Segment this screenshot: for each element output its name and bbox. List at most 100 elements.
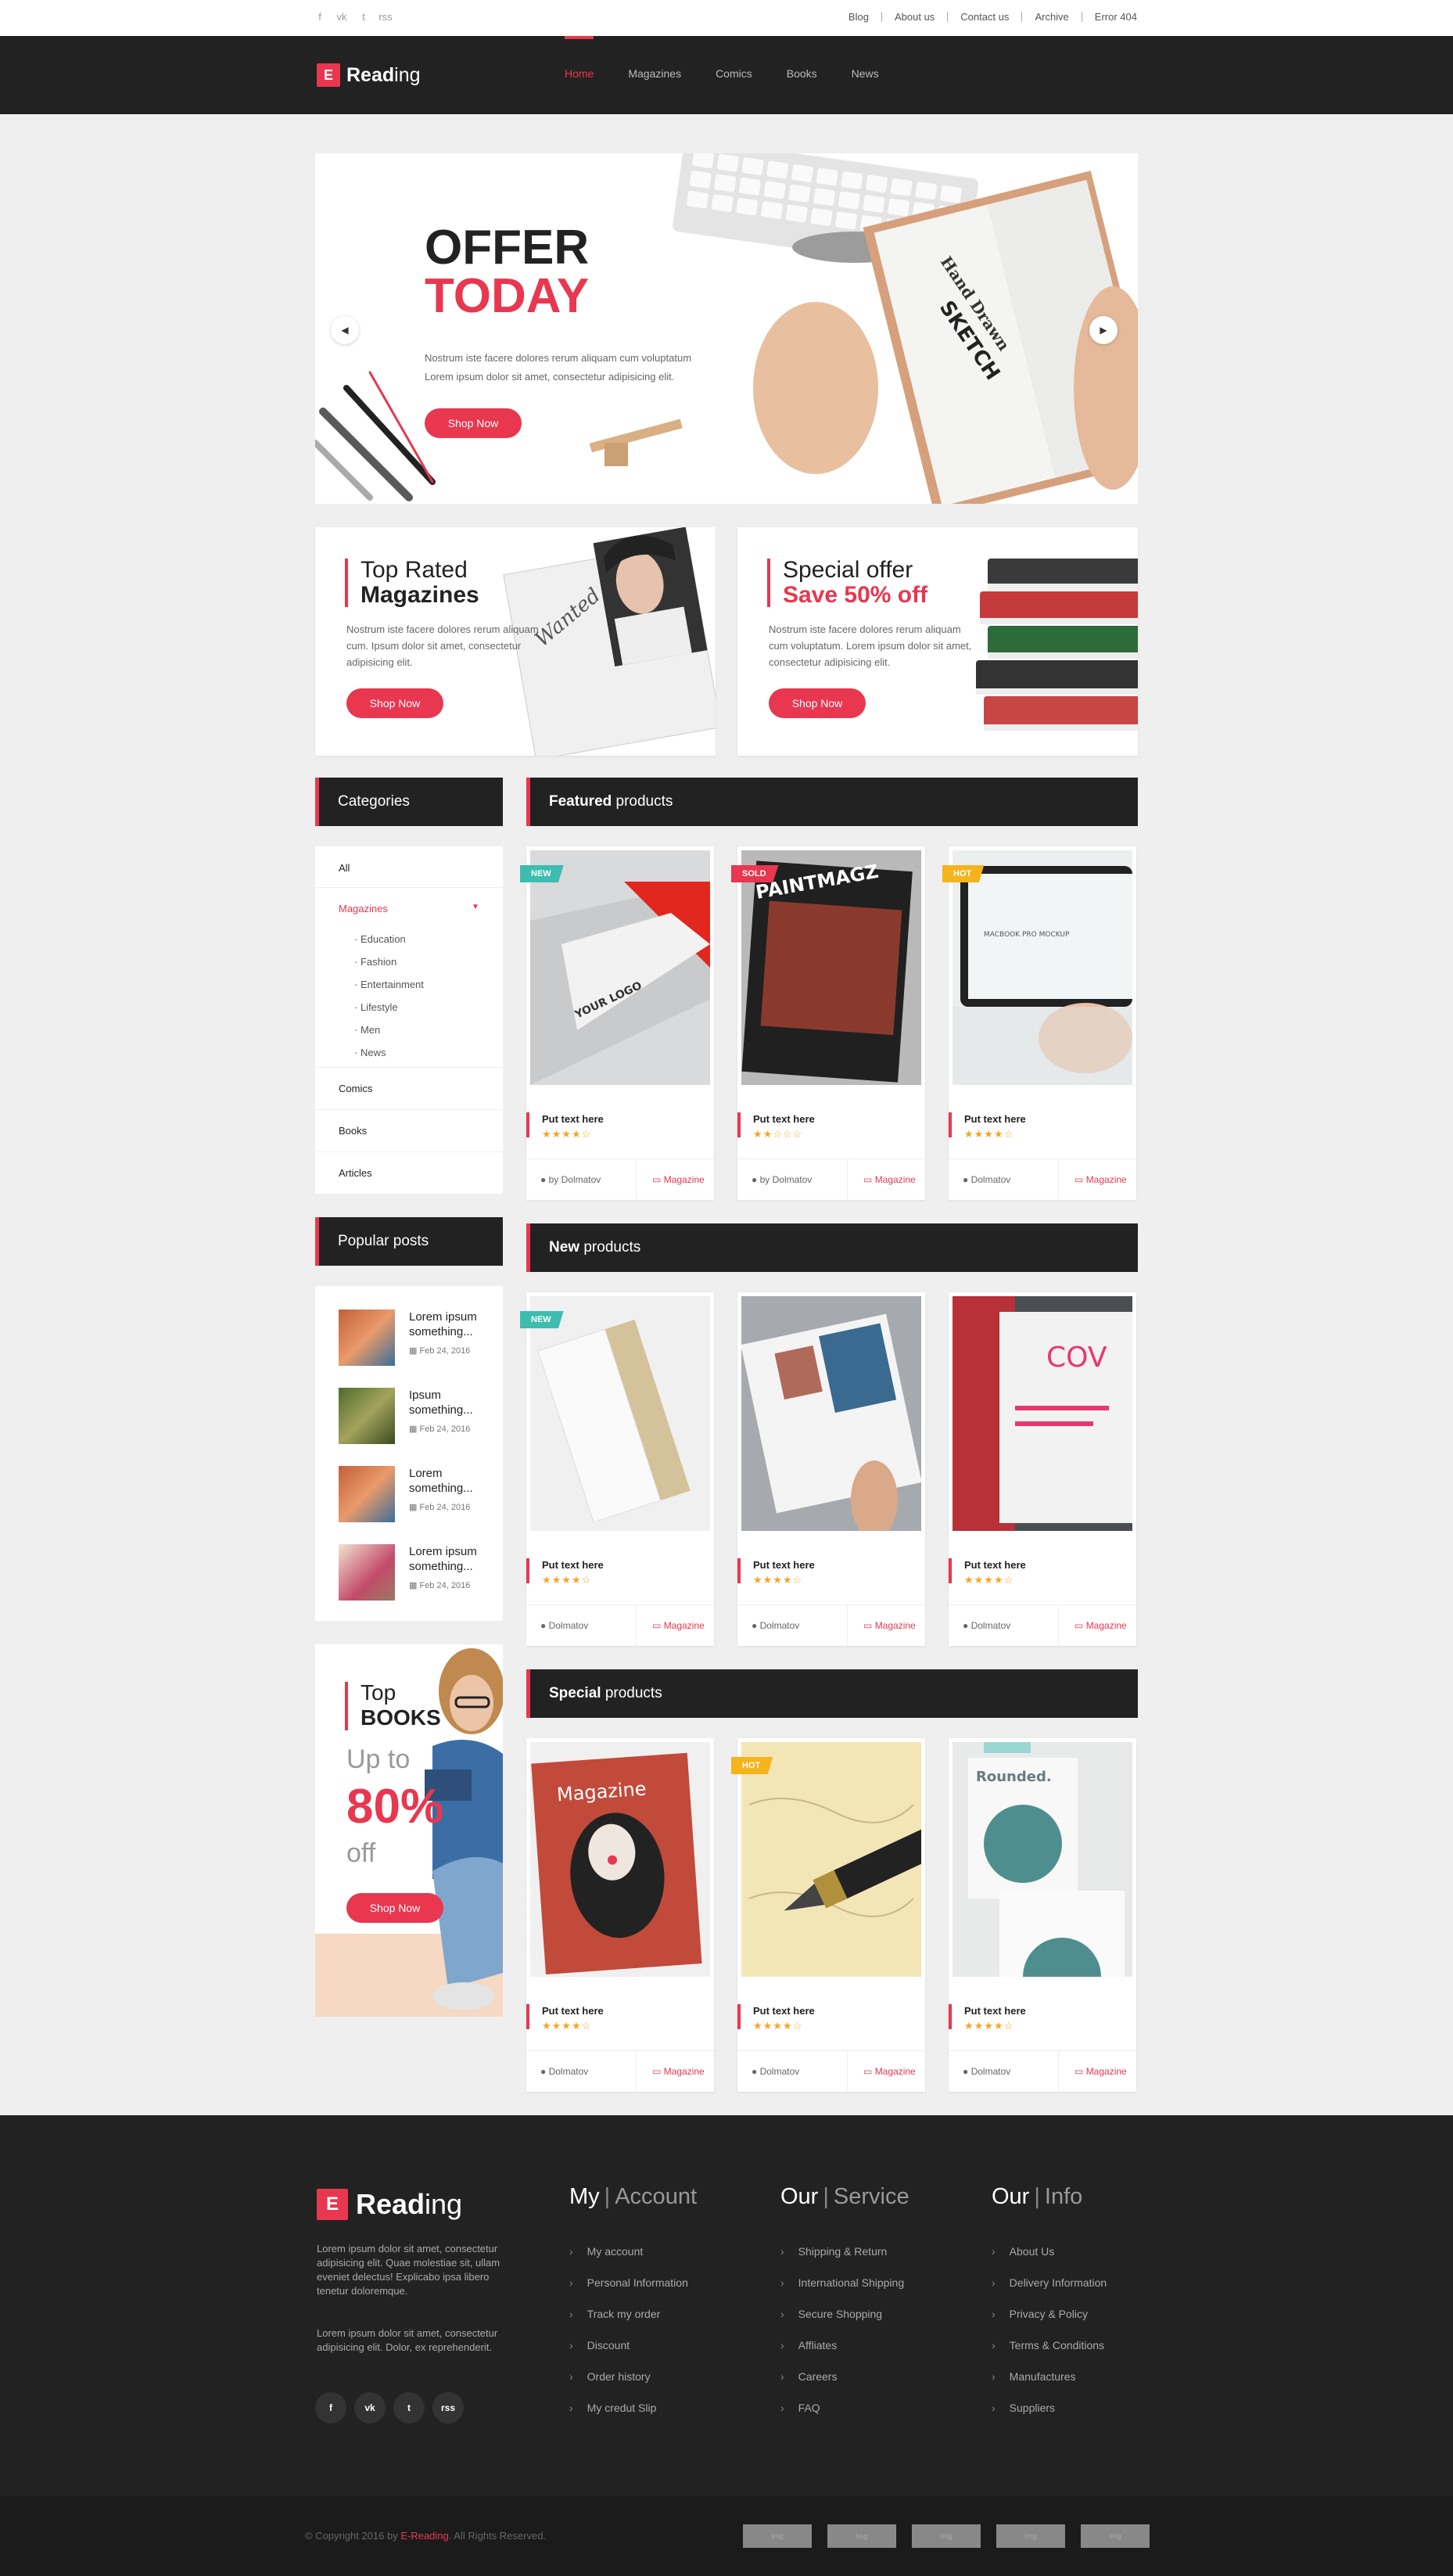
product-author[interactable]: ● Dolmatov (963, 2066, 1010, 2077)
footer-link[interactable]: My account (569, 2244, 688, 2275)
product-category[interactable]: ▭ Magazine (636, 2051, 705, 2093)
footer-link[interactable]: Order history (569, 2369, 688, 2400)
product-image[interactable]: Rounded. (953, 1742, 1132, 1977)
product-author[interactable]: ● Dolmatov (540, 1620, 588, 1631)
category-all[interactable]: All (339, 862, 350, 874)
nav-home[interactable]: Home (547, 36, 611, 114)
product-title[interactable]: Put text here (964, 2005, 1026, 2017)
product-title[interactable]: Put text here (542, 1559, 604, 1571)
product-title[interactable]: Put text here (753, 1113, 815, 1125)
product-image[interactable]: COV (953, 1296, 1132, 1531)
subcategory-item[interactable]: · Entertainment (354, 973, 424, 996)
post-title[interactable]: Lorem ipsum something... (409, 1310, 495, 1339)
vk-icon[interactable]: vk (354, 2392, 386, 2423)
product-card[interactable]: Rounded. Put text here ★★★★☆ ● Dolmatov … (949, 1738, 1136, 2093)
product-category[interactable]: ▭ Magazine (1058, 2051, 1127, 2093)
footer-link[interactable]: Secure Shopping (780, 2306, 904, 2337)
product-author[interactable]: ● Dolmatov (752, 1620, 799, 1631)
nav-books[interactable]: Books (770, 36, 834, 114)
product-image[interactable]: YOUR LOGO (530, 850, 710, 1085)
promo1-shop-button[interactable]: Shop Now (346, 688, 443, 718)
product-title[interactable]: Put text here (964, 1559, 1026, 1571)
product-card[interactable]: NEW Put text here ★★★★☆ ● Dolmatov ▭ Mag… (520, 1292, 714, 1647)
product-card[interactable]: COV Put text here ★★★★☆ ● Dolmatov ▭ Mag… (949, 1292, 1136, 1647)
product-title[interactable]: Put text here (753, 1559, 815, 1571)
post-title[interactable]: Ipsum something... (409, 1388, 495, 1417)
copyright-brand[interactable]: E-Reading (400, 2530, 448, 2542)
product-card[interactable]: Put text here ★★★★☆ ● Dolmatov ▭ Magazin… (737, 1292, 925, 1647)
site-logo[interactable]: E Reading (317, 63, 421, 87)
product-title[interactable]: Put text here (753, 2005, 815, 2017)
promo2-shop-button[interactable]: Shop Now (769, 688, 866, 718)
footer-link[interactable]: Track my order (569, 2306, 688, 2337)
product-category[interactable]: ▭ Magazine (847, 1605, 916, 1647)
top-link-about[interactable]: About us (881, 12, 947, 22)
hero-shop-button[interactable]: Shop Now (425, 408, 522, 438)
twitter-icon[interactable]: t (393, 2392, 425, 2423)
product-card[interactable]: PAINTMAGZ SOLD Put text here ★★☆☆☆ ● by … (731, 846, 925, 1201)
rss-icon[interactable]: rss (432, 2392, 464, 2423)
product-card[interactable]: YOUR LOGO NEW Put text here ★★★★☆ ● by D… (520, 846, 714, 1201)
product-author[interactable]: ● Dolmatov (963, 1620, 1010, 1631)
post-title[interactable]: Lorem something... (409, 1466, 495, 1496)
product-category[interactable]: ▭ Magazine (847, 2051, 916, 2093)
product-author[interactable]: ● by Dolmatov (752, 1174, 812, 1185)
product-author[interactable]: ● Dolmatov (752, 2066, 799, 2077)
top-link-blog[interactable]: Blog (836, 12, 881, 22)
product-category[interactable]: ▭ Magazine (1058, 1605, 1127, 1647)
post-thumbnail[interactable] (339, 1544, 395, 1601)
product-title[interactable]: Put text here (542, 2005, 604, 2017)
product-title[interactable]: Put text here (964, 1113, 1026, 1125)
category-magazines[interactable]: Magazines (339, 903, 388, 914)
footer-link[interactable]: FAQ (780, 2400, 904, 2431)
footer-link[interactable]: Affliates (780, 2337, 904, 2369)
product-card[interactable]: MACBOOK PRO MOCKUP HOT Put text here ★★★… (942, 846, 1136, 1201)
facebook-icon[interactable]: f (315, 2392, 346, 2423)
slider-prev-arrow-icon[interactable]: ◀ (331, 316, 359, 344)
product-category[interactable]: ▭ Magazine (636, 1159, 705, 1201)
subcategory-item[interactable]: · Education (354, 928, 424, 950)
topbooks-shop-button[interactable]: Shop Now (346, 1893, 443, 1923)
twitter-icon[interactable]: t (353, 11, 375, 23)
footer-link[interactable]: Shipping & Return (780, 2244, 904, 2275)
product-image[interactable]: MACBOOK PRO MOCKUP (953, 850, 1132, 1085)
product-image[interactable] (741, 1296, 921, 1531)
footer-link[interactable]: Discount (569, 2337, 688, 2369)
product-category[interactable]: ▭ Magazine (636, 1605, 705, 1647)
footer-link[interactable]: Suppliers (992, 2400, 1107, 2431)
footer-link[interactable]: Terms & Conditions (992, 2337, 1107, 2369)
post-thumbnail[interactable] (339, 1310, 395, 1366)
product-category[interactable]: ▭ Magazine (847, 1159, 916, 1201)
product-category[interactable]: ▭ Magazine (1058, 1159, 1127, 1201)
rss-icon[interactable]: rss (375, 11, 396, 23)
product-title[interactable]: Put text here (542, 1113, 604, 1125)
category-articles[interactable]: Articles (339, 1167, 372, 1179)
product-card[interactable]: Magazine Put text here ★★★★☆ ● Dolmatov … (526, 1738, 714, 2093)
nav-comics[interactable]: Comics (698, 36, 770, 114)
nav-magazines[interactable]: Magazines (611, 36, 698, 114)
footer-logo[interactable]: E Reading (317, 2188, 462, 2221)
footer-link[interactable]: My credut Slip (569, 2400, 688, 2431)
footer-link[interactable]: Delivery Information (992, 2275, 1107, 2306)
post-title[interactable]: Lorem ipsum something... (409, 1544, 495, 1574)
facebook-icon[interactable]: f (309, 11, 331, 23)
footer-link[interactable]: About Us (992, 2244, 1107, 2275)
product-image[interactable]: PAINTMAGZ (741, 850, 921, 1085)
footer-link[interactable]: Privacy & Policy (992, 2306, 1107, 2337)
product-image[interactable]: Magazine (530, 1742, 710, 1977)
product-image[interactable] (530, 1296, 710, 1531)
vk-icon[interactable]: vk (331, 11, 353, 23)
post-thumbnail[interactable] (339, 1388, 395, 1444)
slider-next-arrow-icon[interactable]: ▶ (1089, 316, 1118, 344)
post-thumbnail[interactable] (339, 1466, 395, 1522)
category-books[interactable]: Books (339, 1125, 367, 1137)
product-author[interactable]: ● by Dolmatov (540, 1174, 601, 1185)
subcategory-item[interactable]: · Lifestyle (354, 996, 424, 1019)
product-card[interactable]: HOT Put text here ★★★★☆ ● Dolmatov ▭ Mag… (731, 1738, 925, 2093)
footer-link[interactable]: Careers (780, 2369, 904, 2400)
nav-news[interactable]: News (834, 36, 896, 114)
footer-link[interactable]: Personal Information (569, 2275, 688, 2306)
top-link-contact[interactable]: Contact us (947, 12, 1021, 22)
subcategory-item[interactable]: · News (354, 1041, 424, 1064)
category-comics[interactable]: Comics (339, 1083, 372, 1094)
